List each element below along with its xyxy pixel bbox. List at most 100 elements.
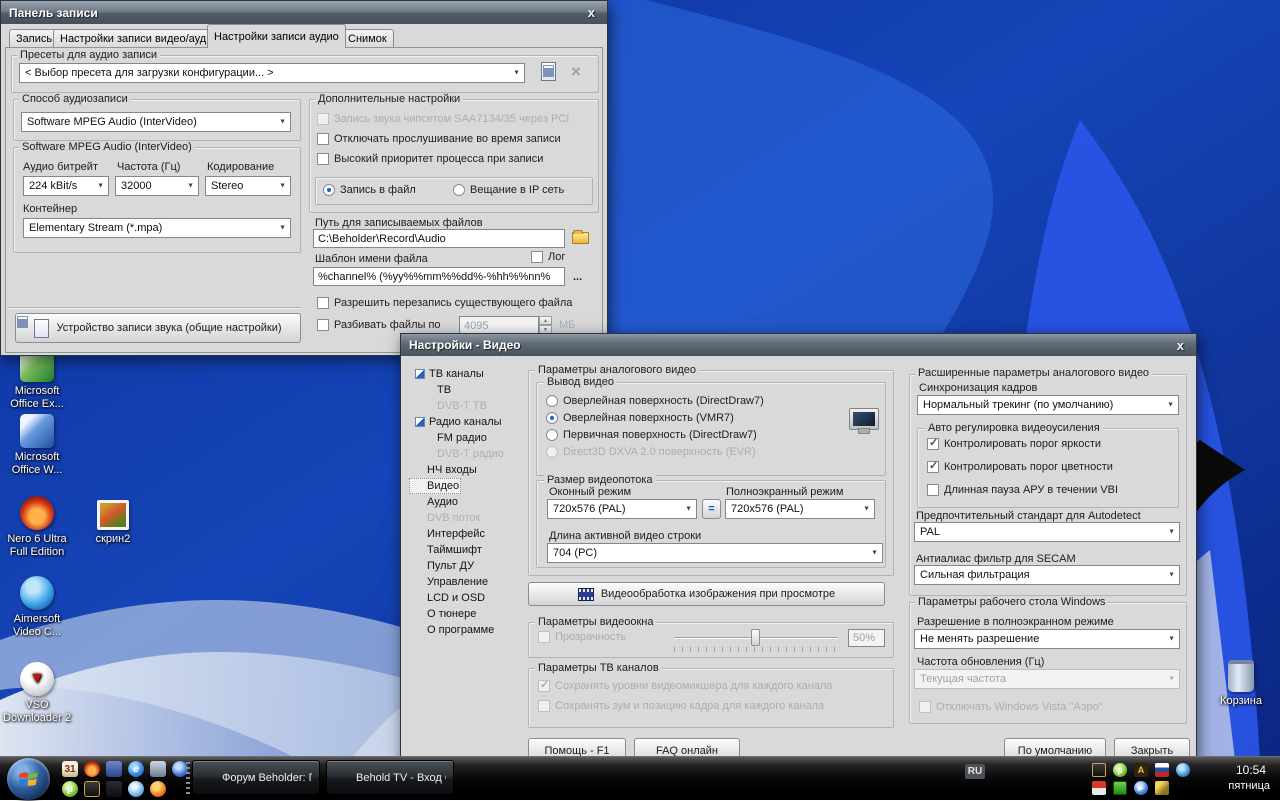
tree-item[interactable]: ТВ каналы: [409, 366, 527, 382]
transparency-checkbox[interactable]: Прозрачность: [538, 631, 626, 643]
quick-launch-icon[interactable]: 31: [62, 761, 78, 777]
window-mode-select[interactable]: 720x576 (PAL): [547, 499, 697, 519]
tray-icon[interactable]: ►: [1134, 781, 1148, 795]
freq-select[interactable]: 32000: [115, 176, 199, 196]
desktop-icon[interactable]: Nero 6 Ultra Full Edition: [2, 496, 72, 559]
tree-item[interactable]: FM радио: [409, 430, 527, 446]
autodetect-select[interactable]: PAL: [914, 522, 1180, 542]
tree-item[interactable]: LCD и OSD: [409, 590, 527, 606]
tray-icon[interactable]: A: [1134, 763, 1148, 777]
browse-folder-icon[interactable]: [572, 232, 589, 244]
quick-launch-icon[interactable]: [84, 761, 100, 777]
tray-clock[interactable]: 10:54: [1236, 763, 1266, 777]
close-icon[interactable]: x: [1173, 338, 1188, 353]
split-size-spinner[interactable]: ▲▼: [539, 316, 552, 334]
task-button[interactable]: Форум Beholder: Про...: [192, 760, 320, 795]
checkbox[interactable]: Сохранять зум и позицию кадра для каждог…: [538, 700, 832, 712]
checkbox[interactable]: Контролировать порог цветности: [927, 461, 1118, 473]
quick-launch-icon[interactable]: [106, 781, 122, 797]
encoding-select[interactable]: Stereo: [205, 176, 291, 196]
tab[interactable]: Настройки записи видео/аудио: [53, 29, 225, 48]
container-select[interactable]: Elementary Stream (*.mpa): [23, 218, 291, 238]
tray-icon[interactable]: [1092, 781, 1106, 795]
aero-checkbox[interactable]: Отключать Windows Vista "Аэро": [919, 701, 1103, 713]
tree-item[interactable]: Аудио: [409, 494, 527, 510]
tray-icon[interactable]: [1155, 781, 1169, 795]
tree-item[interactable]: Интерфейс: [409, 526, 527, 542]
video-processing-button[interactable]: Видеообработка изображения при просмотре: [528, 582, 885, 606]
checkbox[interactable]: Длинная пауза АРУ в течении VBI: [927, 484, 1118, 496]
checkbox[interactable]: Контролировать порог яркости: [927, 438, 1118, 450]
checkbox-box[interactable]: [927, 461, 939, 473]
radio-option[interactable]: Оверлейная поверхность (DirectDraw7): [546, 392, 764, 409]
radio-option[interactable]: Первичная поверхность (DirectDraw7): [546, 426, 764, 443]
filename-template-input[interactable]: %channel% (%yy%%mm%%dd%-%hh%%nn%: [313, 267, 565, 286]
checkbox-box[interactable]: [927, 484, 939, 496]
tray-icon[interactable]: [1113, 781, 1127, 795]
equals-button[interactable]: =: [702, 499, 721, 519]
tree-item[interactable]: Радио каналы: [409, 414, 527, 430]
bitrate-select[interactable]: 224 kBit/s: [23, 176, 109, 196]
tree-item[interactable]: Управление: [409, 574, 527, 590]
radio-option[interactable]: Direct3D DXVA 2.0 поверхность (EVR): [546, 443, 764, 460]
tray-icon[interactable]: [1176, 763, 1190, 777]
tab[interactable]: Запись: [9, 29, 59, 48]
tree-item[interactable]: DVB поток: [409, 510, 527, 526]
tree-item[interactable]: Видео: [409, 478, 461, 494]
sync-select[interactable]: Нормальный трекинг (по умолчанию): [917, 395, 1179, 415]
tray-icon[interactable]: [1155, 763, 1169, 777]
active-line-select[interactable]: 704 (PC): [547, 543, 883, 563]
broadcast-ip-radio[interactable]: Вещание в IP сеть: [453, 184, 564, 196]
tray-icon[interactable]: [1092, 763, 1106, 777]
quick-launch-icon[interactable]: [84, 781, 100, 797]
split-files-checkbox[interactable]: Разбивать файлы по: [317, 319, 441, 331]
tree-item[interactable]: DVB-T радио: [409, 446, 527, 462]
desktop-icon[interactable]: Aimersoft Video C...: [2, 576, 72, 639]
tree-item[interactable]: О тюнере: [409, 606, 527, 622]
antialias-select[interactable]: Сильная фильтрация: [914, 565, 1180, 585]
quick-launch-icon[interactable]: *: [128, 781, 144, 797]
checkbox-box[interactable]: [317, 113, 329, 125]
desktop-icon[interactable]: Microsoft Office Ex...: [2, 348, 72, 411]
checkbox[interactable]: Отключать прослушивание во время записи: [317, 133, 569, 145]
log-checkbox[interactable]: Лог: [531, 251, 565, 263]
start-button[interactable]: [7, 758, 50, 800]
tab[interactable]: Настройки записи аудио: [207, 24, 346, 48]
tree-item[interactable]: НЧ входы: [409, 462, 527, 478]
checkbox-box[interactable]: [317, 133, 329, 145]
language-indicator[interactable]: RU: [965, 764, 985, 779]
checkbox-box[interactable]: [538, 680, 550, 692]
tree-item[interactable]: DVB-T ТВ: [409, 398, 527, 414]
checkbox[interactable]: Сохранять уровни видеомикшера для каждог…: [538, 680, 832, 692]
checkbox[interactable]: Высокий приоритет процесса при записи: [317, 153, 569, 165]
preset-select[interactable]: < Выбор пресета для загрузки конфигураци…: [19, 63, 525, 83]
checkbox-box[interactable]: [538, 700, 550, 712]
audio-method-select[interactable]: Software MPEG Audio (InterVideo): [21, 112, 291, 132]
quick-launch-handle[interactable]: [186, 762, 190, 796]
tray-icon[interactable]: µ: [1113, 763, 1127, 777]
quick-launch-icon[interactable]: [150, 781, 166, 797]
sound-device-button[interactable]: Устройство записи звука (общие настройки…: [15, 313, 301, 343]
checkbox-box[interactable]: [927, 438, 939, 450]
settings-titlebar[interactable]: Настройки - Видео x: [401, 334, 1196, 356]
quick-launch-icon[interactable]: e: [128, 761, 144, 777]
desktop-icon[interactable]: Корзина: [1206, 660, 1276, 708]
quick-launch-icon[interactable]: [106, 761, 122, 777]
checkbox-box[interactable]: [317, 153, 329, 165]
delete-preset-icon[interactable]: ×: [571, 63, 581, 80]
task-button[interactable]: Behold TV - Вход Со...: [326, 760, 454, 795]
tree-item[interactable]: Пульт ДУ: [409, 558, 527, 574]
tree-item[interactable]: Таймшифт: [409, 542, 527, 558]
quick-launch-icon[interactable]: [150, 761, 166, 777]
record-path-input[interactable]: C:\Beholder\Record\Audio: [313, 229, 565, 248]
save-preset-icon[interactable]: [541, 62, 556, 81]
transparency-slider-thumb[interactable]: [751, 629, 760, 646]
desktop-icon[interactable]: скрин2: [78, 500, 148, 546]
tree-item[interactable]: О программе: [409, 622, 527, 638]
radio-option[interactable]: Оверлейная поверхность (VMR7): [546, 409, 764, 426]
template-more-button[interactable]: ...: [573, 271, 582, 283]
resolution-select[interactable]: Не менять разрешение: [914, 629, 1180, 649]
tab[interactable]: Снимок: [341, 29, 394, 48]
tree-item[interactable]: ТВ: [409, 382, 527, 398]
refresh-rate-select[interactable]: Текущая частота: [914, 669, 1180, 689]
